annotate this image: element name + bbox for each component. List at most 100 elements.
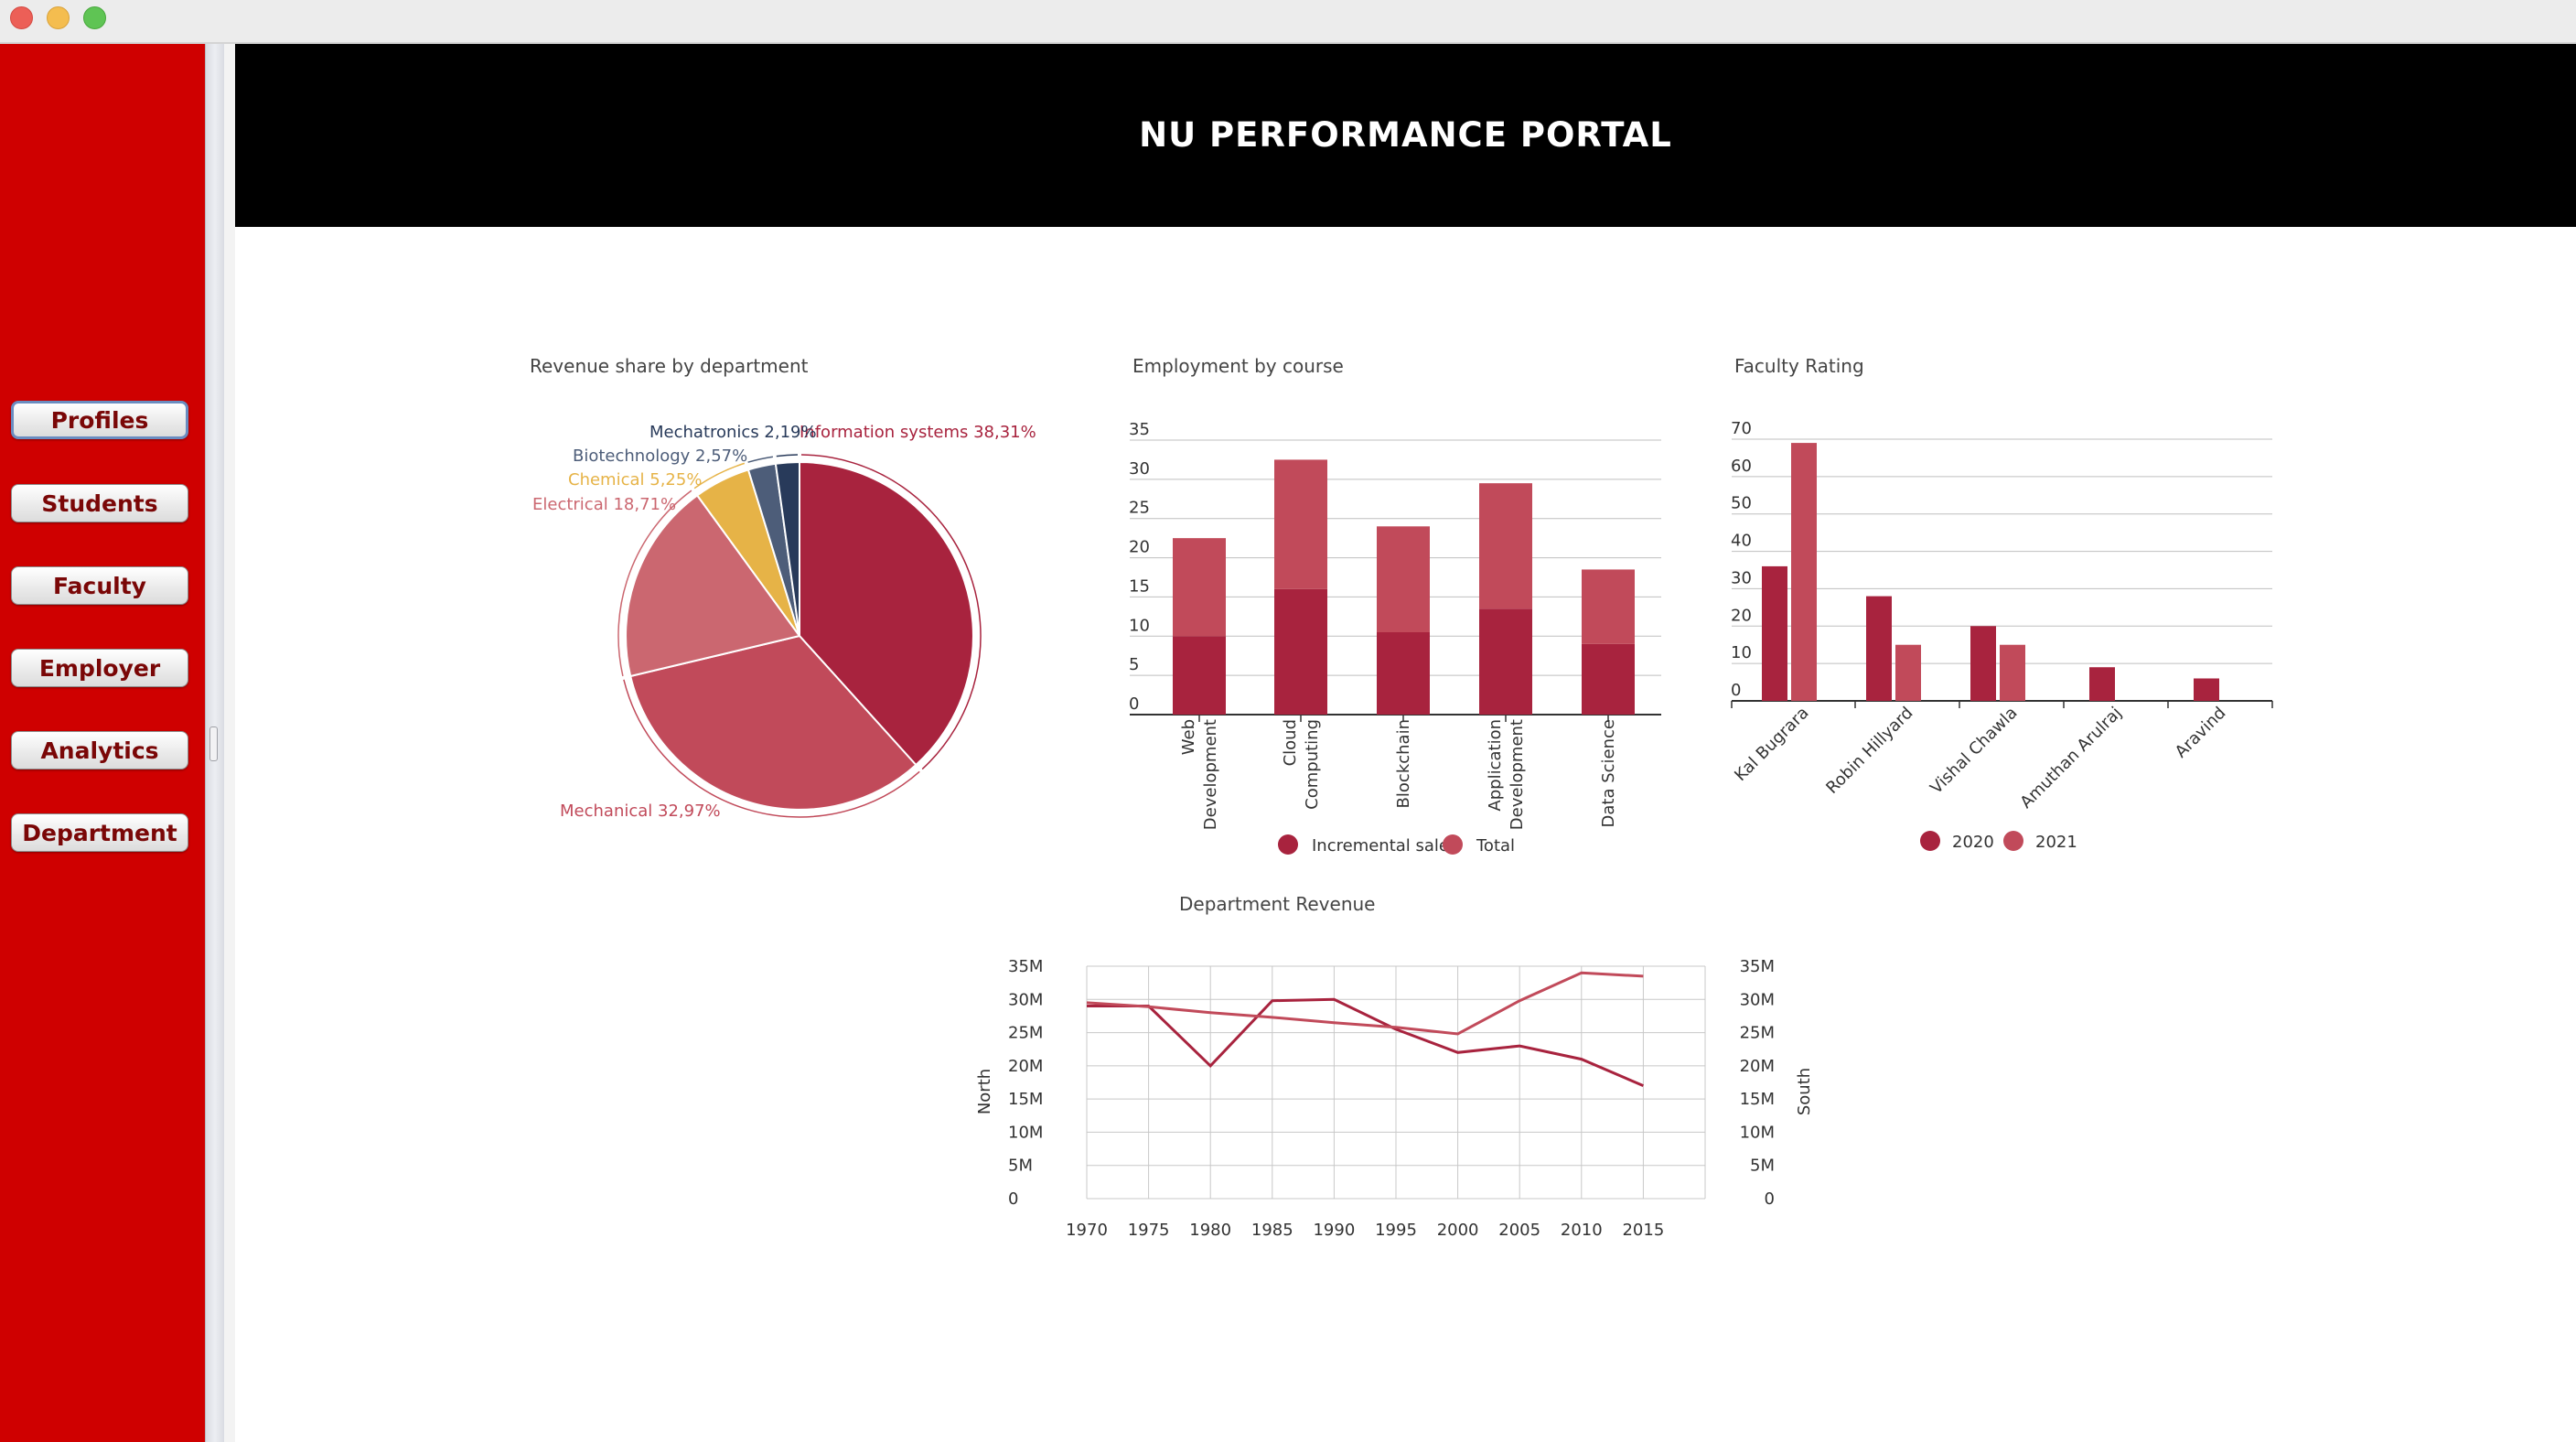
employer-button[interactable]: Employer [11,649,188,687]
employment-bar [1173,636,1226,715]
revenue-x-tick-label: 1970 [1066,1221,1108,1240]
pie-slice-label: Electrical 18,71% [532,495,676,514]
faculty-button[interactable]: Faculty [11,566,188,605]
analytics-button[interactable]: Analytics [11,731,188,769]
revenue-y-tick-left: 20M [1008,1057,1043,1076]
employment-bar [1173,538,1226,637]
revenue-right-axis-label: South [1795,1068,1814,1115]
faculty-bar [2194,678,2219,701]
employment-y-tick-label: 15 [1129,576,1150,596]
revenue-y-tick-left: 0 [1008,1189,1018,1209]
revenue-y-tick-right: 0 [1765,1189,1775,1209]
employment-chart-title: Employment by course [1132,355,1344,377]
pie-slice [746,462,800,637]
employment-x-tick-label: Cloud Computing [1281,719,1322,810]
revenue-y-tick-right: 25M [1740,1024,1775,1043]
faculty-bar [1895,644,1921,701]
faculty-legend-marker [1920,831,1940,851]
employment-y-tick-label: 10 [1129,616,1150,635]
window-close-button[interactable] [10,6,33,29]
window-titlebar [0,0,2576,44]
faculty-y-tick-label: 30 [1731,568,1752,587]
faculty-x-tick-label: Kal Bugrara [1731,704,1812,785]
faculty-x-tick-label: Amuthan Arulraj [2016,704,2125,812]
revenue-y-tick-left: 15M [1008,1090,1043,1109]
revenue-y-tick-right: 15M [1740,1090,1775,1109]
revenue-x-tick-label: 2015 [1622,1221,1664,1240]
employment-bar [1582,643,1635,715]
revenue-y-tick-right: 5M [1750,1157,1775,1176]
faculty-y-tick-label: 0 [1731,681,1741,700]
split-pane-grip[interactable] [209,726,218,761]
pie-slice-label: Biotechnology 2,57% [573,447,747,466]
faculty-y-tick-label: 60 [1731,457,1752,476]
employment-x-tick-label: Data Science [1599,719,1618,827]
pie-slice-bracket [800,454,982,770]
students-button[interactable]: Students [11,484,188,522]
window-minimize-button[interactable] [47,6,70,29]
employment-bar-chart: Employment by course 0 5 10 15 20 25 30 35 Web Dev… [1129,355,1661,856]
department-button[interactable]: Department [11,813,188,852]
revenue-x-tick-label: 2010 [1561,1221,1603,1240]
employment-y-tick-label: 25 [1129,499,1150,518]
faculty-rating-bar-chart: Faculty Rating 0 10 20 30 40 50 60 70 Kal Bugrara… [1731,355,2273,852]
employment-x-tick-label: Blockchain [1394,719,1413,808]
revenue-line-north [1087,997,1644,1087]
header-banner: NU PERFORMANCE PORTAL [235,44,2576,227]
faculty-y-tick-label: 10 [1731,643,1752,662]
faculty-legend-marker [2003,831,2023,851]
pie-slice [695,468,800,637]
pie-chart-title: Revenue share by department [530,355,809,377]
window-maximize-button[interactable] [83,6,106,29]
revenue-x-tick-label: 1995 [1375,1221,1417,1240]
employment-y-tick-label: 35 [1129,420,1150,439]
employment-bar [1479,483,1532,609]
revenue-line-south [1086,971,1644,1036]
pie-slice [628,634,918,811]
pie-slice-bracket [747,456,774,463]
employment-bar [1582,569,1635,644]
revenue-x-tick-label: 2000 [1437,1221,1479,1240]
pie-slice-bracket [693,462,746,490]
revenue-y-tick-left: 30M [1008,990,1043,1009]
pie-slice-label: Chemical 5,25% [568,470,702,490]
employment-y-tick-label: 30 [1129,459,1150,479]
faculty-bar [1970,626,1996,701]
faculty-bar [1762,565,1787,701]
revenue-y-tick-right: 10M [1740,1123,1775,1142]
employment-bar [1479,608,1532,715]
employment-legend-label: Incremental sale [1312,836,1449,856]
employment-x-tick-label: Web Development [1179,719,1220,830]
pie-slice-bracket [623,679,920,818]
faculty-y-tick-label: 20 [1731,606,1752,625]
faculty-legend-label: 2021 [2035,833,2077,852]
revenue-left-axis-label: North [975,1069,994,1114]
revenue-pie-chart: Revenue share by department Information s… [530,355,1036,821]
revenue-y-tick-left: 10M [1008,1123,1043,1142]
faculty-y-tick-label: 40 [1731,532,1752,551]
revenue-y-tick-left: 5M [1008,1157,1033,1176]
revenue-x-tick-label: 2005 [1498,1221,1540,1240]
employment-y-tick-label: 0 [1129,694,1139,714]
revenue-x-tick-label: 1985 [1251,1221,1293,1240]
faculty-y-tick-label: 50 [1731,494,1752,513]
pie-slice [774,460,800,637]
employment-bar [1274,459,1327,589]
revenue-chart-title: Department Revenue [1179,893,1375,915]
faculty-x-tick-label: Aravind [2172,704,2230,762]
pie-slice-label: Mechanical 32,97% [560,802,721,821]
pie-slice-label: Information systems 38,31% [800,423,1036,442]
employment-y-tick-label: 20 [1129,538,1150,557]
faculty-y-tick-label: 70 [1731,419,1752,438]
pie-slice-bracket [617,490,692,677]
profiles-button[interactable]: Profiles [11,401,188,439]
faculty-bar [1866,596,1892,701]
employment-bar [1377,526,1430,632]
revenue-x-tick-label: 1980 [1189,1221,1231,1240]
revenue-y-tick-left: 25M [1008,1024,1043,1043]
employment-legend-marker [1278,834,1298,855]
pie-slice [799,460,974,767]
employment-bar [1274,588,1327,715]
revenue-y-tick-right: 30M [1740,990,1775,1009]
faculty-x-tick-label: Vishal Chawla [1927,704,2021,798]
